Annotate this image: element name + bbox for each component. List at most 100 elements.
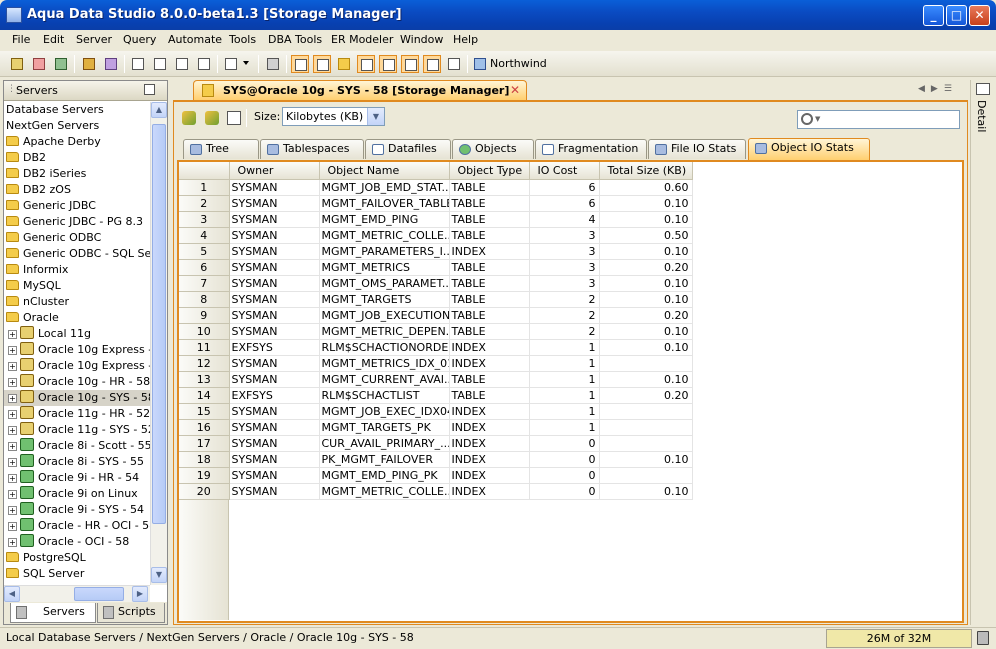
table-data-editor-icon[interactable] [173, 55, 191, 73]
cell-total-size[interactable]: 0.10 [599, 483, 693, 500]
refresh-icon[interactable] [181, 110, 197, 126]
expand-icon[interactable]: + [8, 442, 17, 451]
cell-io-cost[interactable]: 1 [529, 355, 600, 372]
table-row[interactable]: 18 SYSMAN PK_MGMT_FAILOVER INDEX 0 0.10 [179, 451, 693, 468]
cell-total-size[interactable]: 0.10 [599, 211, 693, 228]
connect-icon[interactable] [80, 55, 98, 73]
security-manager-icon[interactable] [335, 55, 353, 73]
cell-owner[interactable]: SYSMAN [229, 419, 320, 436]
scripts-icon[interactable] [222, 55, 240, 73]
row-number[interactable]: 18 [179, 451, 230, 468]
cell-total-size[interactable] [599, 435, 693, 452]
cell-owner[interactable]: SYSMAN [229, 451, 320, 468]
menu-server[interactable]: Server [76, 33, 112, 46]
cell-io-cost[interactable]: 0 [529, 467, 600, 484]
cell-total-size[interactable]: 0.20 [599, 259, 693, 276]
tree-item[interactable]: + Oracle 8i - SYS - 55 [4, 454, 150, 470]
detail-panel-strip[interactable]: Detail [970, 80, 994, 625]
expand-icon[interactable]: + [8, 522, 17, 531]
table-row[interactable]: 7 SYSMAN MGMT_OMS_PARAMET... TABLE 3 0.10 [179, 275, 693, 292]
new-server-icon[interactable] [8, 55, 26, 73]
cell-owner[interactable]: SYSMAN [229, 371, 320, 388]
title-bar[interactable]: Aqua Data Studio 8.0.0-beta1.3 [Storage … [0, 0, 996, 30]
tree-item[interactable]: + Oracle 10g Express - SYS [4, 358, 150, 374]
menu-edit[interactable]: Edit [43, 33, 64, 46]
cell-owner[interactable]: SYSMAN [229, 211, 320, 228]
expand-icon[interactable]: + [8, 378, 17, 387]
expand-icon[interactable]: + [8, 490, 17, 499]
cell-owner[interactable]: SYSMAN [229, 435, 320, 452]
close-button[interactable]: ✕ [969, 5, 990, 26]
tree-item[interactable]: + Oracle 11g - HR - 52 [4, 406, 150, 422]
scroll-down-icon[interactable]: ▼ [151, 567, 167, 583]
tab-tree[interactable]: Tree [183, 139, 259, 159]
garbage-collect-icon[interactable] [977, 631, 989, 645]
chevron-down-icon[interactable]: ▼ [367, 108, 384, 125]
session-manager-icon[interactable] [357, 55, 375, 73]
tree-item[interactable]: DB2 iSeries [4, 166, 150, 182]
cell-object-type[interactable]: TABLE [449, 179, 530, 196]
cell-object-type[interactable]: INDEX [449, 467, 530, 484]
expand-icon[interactable]: + [8, 410, 17, 419]
cell-io-cost[interactable]: 1 [529, 387, 600, 404]
cell-object-name[interactable]: PK_MGMT_FAILOVER [319, 451, 450, 468]
table-row[interactable]: 10 SYSMAN MGMT_METRIC_DEPEN... TABLE 2 0.10 [179, 323, 693, 340]
cell-owner[interactable]: SYSMAN [229, 259, 320, 276]
table-row[interactable]: 19 SYSMAN MGMT_EMD_PING_PK INDEX 0 [179, 467, 693, 484]
tree-item[interactable]: + Oracle 9i - HR - 54 [4, 470, 150, 486]
table-row[interactable]: 9 SYSMAN MGMT_JOB_EXECUTION TABLE 2 0.20 [179, 307, 693, 324]
expand-icon[interactable]: + [8, 346, 17, 355]
cell-total-size[interactable]: 0.60 [599, 179, 693, 196]
table-row[interactable]: 8 SYSMAN MGMT_TARGETS TABLE 2 0.10 [179, 291, 693, 308]
tree-item[interactable]: Apache Derby [4, 134, 150, 150]
document-tab[interactable]: SYS@Oracle 10g - SYS - 58 [Storage Manag… [193, 80, 527, 100]
tree-horizontal-scrollbar[interactable]: ◀ ▶ [4, 585, 150, 602]
cell-object-name[interactable]: MGMT_PARAMETERS_I... [319, 243, 450, 260]
cell-owner[interactable]: SYSMAN [229, 243, 320, 260]
tree-item[interactable]: DB2 zOS [4, 182, 150, 198]
tree-item[interactable]: Generic ODBC - SQL Server [4, 246, 150, 262]
cell-object-type[interactable]: TABLE [449, 307, 530, 324]
restore-panel-icon[interactable] [144, 84, 155, 95]
cell-io-cost[interactable]: 0 [529, 483, 600, 500]
tab-file-io-stats[interactable]: File IO Stats [648, 139, 746, 159]
cell-owner[interactable]: EXFSYS [229, 339, 320, 356]
cell-io-cost[interactable]: 0 [529, 435, 600, 452]
row-number[interactable]: 11 [179, 339, 230, 356]
expand-icon[interactable]: + [8, 474, 17, 483]
cell-object-type[interactable]: TABLE [449, 275, 530, 292]
cell-total-size[interactable] [599, 403, 693, 420]
cell-object-type[interactable]: TABLE [449, 291, 530, 308]
expand-icon[interactable]: + [8, 458, 17, 467]
dropdown-arrow-icon[interactable] [242, 55, 252, 73]
cell-object-name[interactable]: MGMT_JOB_EMD_STAT... [319, 179, 450, 196]
grid-view-icon[interactable] [445, 55, 463, 73]
row-number-header[interactable] [179, 162, 230, 180]
column-header-object-type[interactable]: Object Type [449, 162, 530, 180]
edit-server-icon[interactable] [30, 55, 48, 73]
cell-total-size[interactable]: 0.10 [599, 243, 693, 260]
tree-item[interactable]: Informix [4, 262, 150, 278]
cell-object-name[interactable]: MGMT_TARGETS_PK [319, 419, 450, 436]
tree-item[interactable]: + Oracle 9i on Linux [4, 486, 150, 502]
cell-owner[interactable]: SYSMAN [229, 179, 320, 196]
cell-io-cost[interactable]: 1 [529, 371, 600, 388]
tree-item[interactable]: Generic JDBC - PG 8.3 [4, 214, 150, 230]
tree-item[interactable]: + Oracle - HR - OCI - 58 [4, 518, 150, 534]
menu-file[interactable]: File [12, 33, 30, 46]
server-properties-icon[interactable] [52, 55, 70, 73]
cell-object-name[interactable]: MGMT_METRIC_DEPEN... [319, 323, 450, 340]
tree-vertical-scrollbar[interactable]: ▲ ▼ [150, 102, 167, 585]
row-number[interactable]: 12 [179, 355, 230, 372]
cell-object-type[interactable]: INDEX [449, 355, 530, 372]
search-dropdown-icon[interactable]: ▼ [815, 115, 820, 123]
tree-item[interactable]: nCluster [4, 294, 150, 310]
row-number[interactable]: 6 [179, 259, 230, 276]
search-input[interactable]: ▼ [797, 110, 960, 129]
cell-total-size[interactable]: 0.10 [599, 339, 693, 356]
row-number[interactable]: 5 [179, 243, 230, 260]
row-number[interactable]: 7 [179, 275, 230, 292]
cell-io-cost[interactable]: 3 [529, 259, 600, 276]
tab-objects[interactable]: Objects [452, 139, 534, 159]
cell-owner[interactable]: EXFSYS [229, 387, 320, 404]
